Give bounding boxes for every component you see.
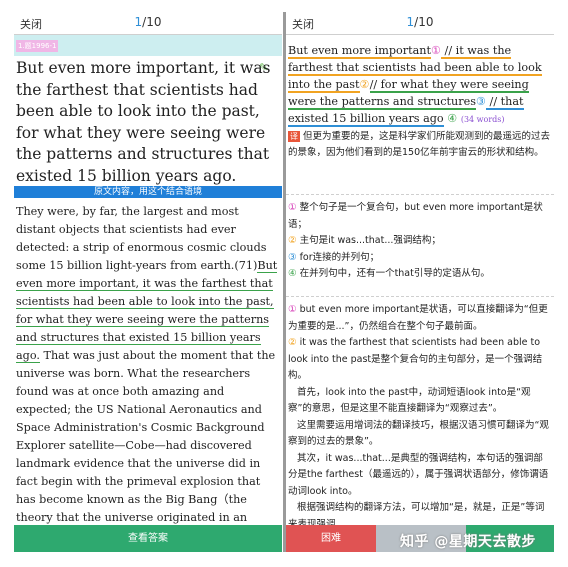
marker-3: ③ <box>475 95 486 108</box>
difficulty-hard-button[interactable]: 困难 <box>286 525 376 552</box>
question-sentence: But even more important, it was the fart… <box>16 59 271 185</box>
list-item: ④ 在并列句中，还有一个that引导的定语从句。 <box>288 266 552 283</box>
answer-panel: 关闭 1/10 But even more important① // it w… <box>286 12 554 552</box>
top-bar: 关闭 1/10 <box>14 12 282 35</box>
point-text: 在并列句中，还有一个that引导的定语从句。 <box>299 268 490 279</box>
page-indicator: 1/10 <box>14 15 282 29</box>
passage-highlight: But even more important, it was the fart… <box>16 259 278 363</box>
page-indicator: 1/10 <box>286 15 554 29</box>
translation-text: 但更为重要的是，这是科学家们所能观测到的最遥远的过去的景象，因为他们看到的是15… <box>288 131 551 158</box>
translation-badge: 译 <box>288 131 300 142</box>
page-current: 1 <box>406 15 415 29</box>
list-item: ③ for连接的并列句； <box>288 250 552 267</box>
explanation: ① but even more important是状语，可以直接翻译为“但更为… <box>288 302 552 533</box>
marker-1: ① <box>430 44 441 57</box>
watermark: 知乎 @星期天去散步 <box>400 534 536 550</box>
app-frame: 关闭 1/10 1.题1996-1 ✎ But even more import… <box>14 12 554 552</box>
point-text: 主句是it was...that...强调结构； <box>299 235 441 246</box>
explanation-paragraph: 首先，look into the past中，动词短语look into是“观察… <box>288 386 531 415</box>
page-total: /10 <box>414 15 434 29</box>
top-bar: 关闭 1/10 <box>286 12 554 35</box>
separator <box>286 194 554 195</box>
passage-text: They were, by far, the largest and most … <box>16 203 280 545</box>
list-item: ② 主句是it was...that...强调结构； <box>288 233 552 250</box>
explanation-text: but even more important是状语，可以直接翻译为“但更为重要… <box>288 304 548 332</box>
explanation-text: it was the farthest that scientists had … <box>288 337 543 381</box>
marker-4: ④ <box>447 112 458 125</box>
question-panel: 关闭 1/10 1.题1996-1 ✎ But even more import… <box>14 12 282 552</box>
section-label: 原文内容，用这个结合语境 <box>14 186 282 198</box>
page-current: 1 <box>134 15 143 29</box>
annotated-sentence: But even more important① // it was the f… <box>288 42 552 128</box>
view-answer-button[interactable]: 查看答案 <box>14 525 282 552</box>
segment-1: But even more important <box>288 44 431 59</box>
tag-strip: 1.题1996-1 <box>14 35 282 56</box>
point-text: for连接的并列句； <box>299 251 380 263</box>
page-total: /10 <box>142 15 162 29</box>
word-count: (34 words) <box>460 115 505 124</box>
separator <box>286 296 554 297</box>
translation: 译 但更为重要的是，这是科学家们所能观测到的最遥远的过去的景象，因为他们看到的是… <box>288 129 552 161</box>
point-number: ③ <box>288 251 297 263</box>
explanation-paragraph: ② it was the farthest that scientists ha… <box>288 335 552 385</box>
point-number: ② <box>288 235 297 246</box>
point-text: 整个句子是一个复合句，but even more important是状语； <box>288 202 543 230</box>
point-number: ① <box>288 304 297 315</box>
point-number: ④ <box>288 268 297 279</box>
explanation-paragraph: ① but even more important是状语，可以直接翻译为“但更为… <box>288 302 552 335</box>
list-item: ① 整个句子是一个复合句，but even more important是状语； <box>288 200 552 233</box>
source-tag: 1.题1996-1 <box>16 40 59 52</box>
passage-before: They were, by far, the largest and most … <box>16 205 267 272</box>
marker-2: ② <box>359 78 370 91</box>
explanation-paragraph: 其次，it was...that...是典型的强调结构，本句话的强调部分是the… <box>288 452 549 497</box>
explanation-paragraph: 这里需要运用增词法的翻译技巧，根据汉语习惯可翻译为“观察到的过去的景象”。 <box>288 419 549 448</box>
structure-points: ① 整个句子是一个复合句，but even more important是状语；… <box>288 200 552 283</box>
point-number: ② <box>288 337 297 348</box>
passage-after: That was just about the moment that the … <box>16 349 276 542</box>
point-number: ① <box>288 202 297 213</box>
